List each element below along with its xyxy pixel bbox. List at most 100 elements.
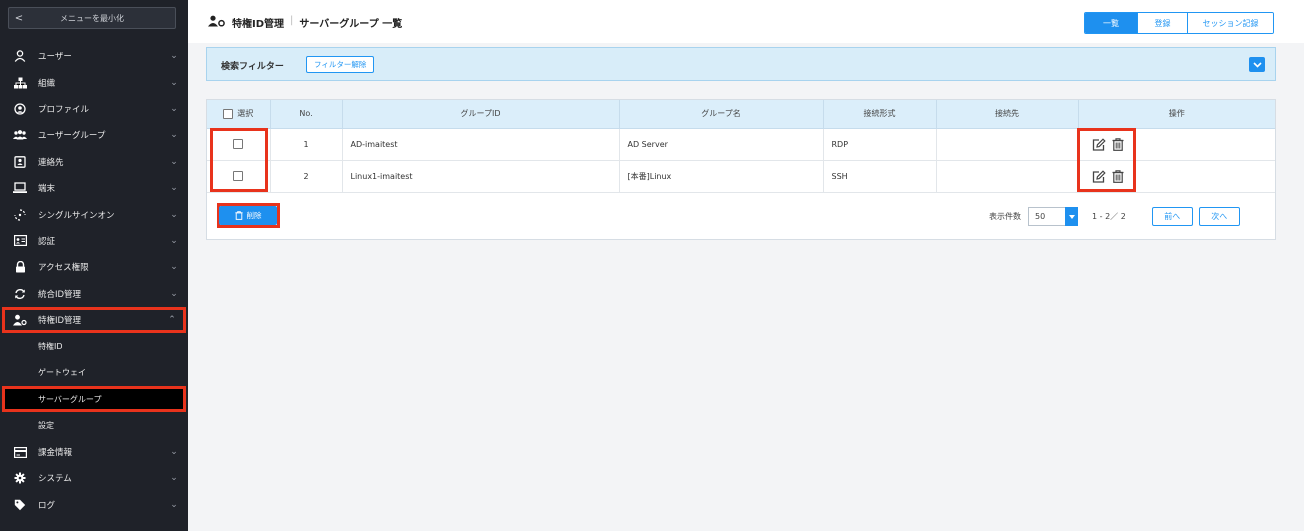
sidebar-item-logs[interactable]: ログ ⌄ xyxy=(0,492,188,518)
sidebar-item-label: 組織 xyxy=(38,78,56,89)
sidebar-item-label: システム xyxy=(38,474,72,485)
caret-down-icon xyxy=(1065,207,1078,226)
table-row: 1 AD-imaitest AD Server RDP xyxy=(207,128,1275,161)
row-destination xyxy=(936,160,1079,193)
chevron-down-icon: ⌄ xyxy=(170,499,178,510)
sidebar-item-org[interactable]: 組織 ⌄ xyxy=(0,69,188,95)
search-filter-bar: 検索フィルター フィルター解除 xyxy=(206,47,1276,81)
sidebar-item-privileged-id[interactable]: 特権ID管理 ⌃ xyxy=(2,306,186,334)
server-group-table-card: 選択 No. グループID グループ名 接続形式 接続先 操作 1 AD-ima… xyxy=(206,99,1276,240)
sidebar-subitem-settings[interactable]: 設定 xyxy=(0,412,188,438)
row-actions xyxy=(1078,160,1275,193)
chevron-down-icon: ⌄ xyxy=(170,51,178,62)
sidebar-item-label: シングルサインオン xyxy=(38,210,115,221)
sidebar-item-sso[interactable]: シングルサインオン ⌄ xyxy=(0,201,188,227)
chevron-down-icon: ⌄ xyxy=(170,288,178,299)
tab-session-records[interactable]: セッション記録 xyxy=(1187,13,1273,33)
sidebar-item-contacts[interactable]: 連絡先 ⌄ xyxy=(0,149,188,175)
sidebar-subitem-label: 設定 xyxy=(38,421,54,431)
edit-icon[interactable] xyxy=(1092,137,1106,151)
page-range: 1 - 2／ 2 xyxy=(1092,212,1126,221)
breadcrumb-separator: | xyxy=(290,15,294,26)
breadcrumb-current: サーバーグループ 一覧 xyxy=(299,19,403,30)
billing-icon xyxy=(12,446,28,458)
row-checkbox[interactable] xyxy=(233,171,244,181)
sync-icon xyxy=(12,288,28,300)
collapse-menu-button[interactable]: < メニューを最小化 xyxy=(8,7,176,29)
edit-icon[interactable] xyxy=(1092,169,1106,183)
chevron-down-icon: ⌄ xyxy=(170,447,178,458)
row-destination xyxy=(936,128,1079,161)
contact-icon xyxy=(12,155,28,168)
sidebar-item-access[interactable]: アクセス権限 ⌄ xyxy=(0,254,188,280)
sidebar-item-label: 特権ID管理 xyxy=(38,316,82,327)
trash-icon[interactable] xyxy=(1112,169,1124,183)
sidebar-item-devices[interactable]: 端末 ⌄ xyxy=(0,175,188,201)
user-group-icon xyxy=(12,129,28,141)
row-no: 1 xyxy=(270,128,343,161)
col-destination: 接続先 xyxy=(936,100,1079,129)
sidebar-item-users[interactable]: ユーザー ⌄ xyxy=(0,43,188,69)
sidebar-subitem-server-group[interactable]: サーバーグループ xyxy=(2,386,186,413)
delete-button-label: 削除 xyxy=(246,211,262,220)
next-page-button[interactable]: 次へ xyxy=(1198,207,1240,226)
sidebar-item-integrated-id[interactable]: 統合ID管理 ⌄ xyxy=(0,281,188,307)
sidebar: < メニューを最小化 ユーザー ⌄ 組織 ⌄ プロファイル ⌄ ユーザーグループ… xyxy=(0,0,188,531)
col-no: No. xyxy=(270,100,343,129)
tag-icon xyxy=(12,499,28,511)
chevron-down-icon: ⌄ xyxy=(170,473,178,484)
sidebar-item-auth[interactable]: 認証 ⌄ xyxy=(0,228,188,254)
profile-icon xyxy=(12,103,28,115)
sidebar-subitem-privileged-id[interactable]: 特権ID xyxy=(0,333,188,359)
sso-icon xyxy=(12,208,28,221)
per-page-select[interactable]: 50 xyxy=(1028,207,1078,226)
sidebar-item-billing[interactable]: 課金情報 ⌄ xyxy=(0,439,188,465)
chevron-up-icon: ⌃ xyxy=(168,315,176,326)
row-actions xyxy=(1078,128,1275,161)
tab-list[interactable]: 一覧 xyxy=(1085,13,1137,33)
sidebar-item-label: ログ xyxy=(38,500,56,511)
sidebar-subitem-label: サーバーグループ xyxy=(38,394,102,404)
chevron-down-icon xyxy=(1252,61,1262,68)
prev-page-button[interactable]: 前へ xyxy=(1151,207,1193,226)
sidebar-item-label: アクセス権限 xyxy=(38,263,89,274)
tab-register[interactable]: 登録 xyxy=(1137,13,1187,33)
privileged-id-icon xyxy=(12,314,28,326)
row-group-name: [本番]Linux xyxy=(619,160,824,193)
sidebar-item-profile[interactable]: プロファイル ⌄ xyxy=(0,96,188,122)
pagination: 表示件数 50 1 - 2／ 2 前へ 次へ xyxy=(989,207,1240,226)
user-icon xyxy=(12,50,28,63)
lock-icon xyxy=(12,261,28,273)
sidebar-item-system[interactable]: システム ⌄ xyxy=(0,465,188,491)
chevron-left-icon: < xyxy=(14,12,24,24)
sidebar-item-label: 課金情報 xyxy=(38,448,73,459)
delete-button[interactable]: 削除 xyxy=(219,206,277,225)
col-group-id: グループID xyxy=(342,100,620,129)
collapse-menu-label: メニューを最小化 xyxy=(60,13,124,23)
table-header-row: 選択 No. グループID グループ名 接続形式 接続先 操作 xyxy=(207,100,1275,129)
col-select: 選択 xyxy=(207,100,271,129)
sidebar-subitem-gateway[interactable]: ゲートウェイ xyxy=(0,360,188,386)
row-select-cell xyxy=(207,160,271,193)
filter-expand-button[interactable] xyxy=(1249,57,1265,72)
per-page-label: 表示件数 xyxy=(989,212,1021,221)
chevron-down-icon: ⌄ xyxy=(170,130,178,141)
chevron-down-icon: ⌄ xyxy=(170,209,178,220)
row-conn-type: SSH xyxy=(823,160,937,193)
breadcrumb-section: 特権ID管理 xyxy=(232,19,285,30)
gear-icon xyxy=(12,472,28,484)
row-group-id: AD-imaitest xyxy=(342,128,620,161)
sidebar-item-label: 端末 xyxy=(38,184,56,195)
row-checkbox[interactable] xyxy=(233,139,244,149)
laptop-icon xyxy=(12,182,28,194)
chevron-down-icon: ⌄ xyxy=(170,156,178,167)
sidebar-item-user-groups[interactable]: ユーザーグループ ⌄ xyxy=(0,122,188,148)
row-conn-type: RDP xyxy=(823,128,937,161)
filter-label: 検索フィルター xyxy=(221,62,284,72)
trash-icon xyxy=(234,211,243,220)
row-group-id: Linux1-imaitest xyxy=(342,160,620,193)
trash-icon[interactable] xyxy=(1112,137,1124,151)
select-all-checkbox[interactable] xyxy=(223,108,234,119)
filter-reset-button[interactable]: フィルター解除 xyxy=(306,56,375,73)
sidebar-item-label: 統合ID管理 xyxy=(38,289,82,300)
